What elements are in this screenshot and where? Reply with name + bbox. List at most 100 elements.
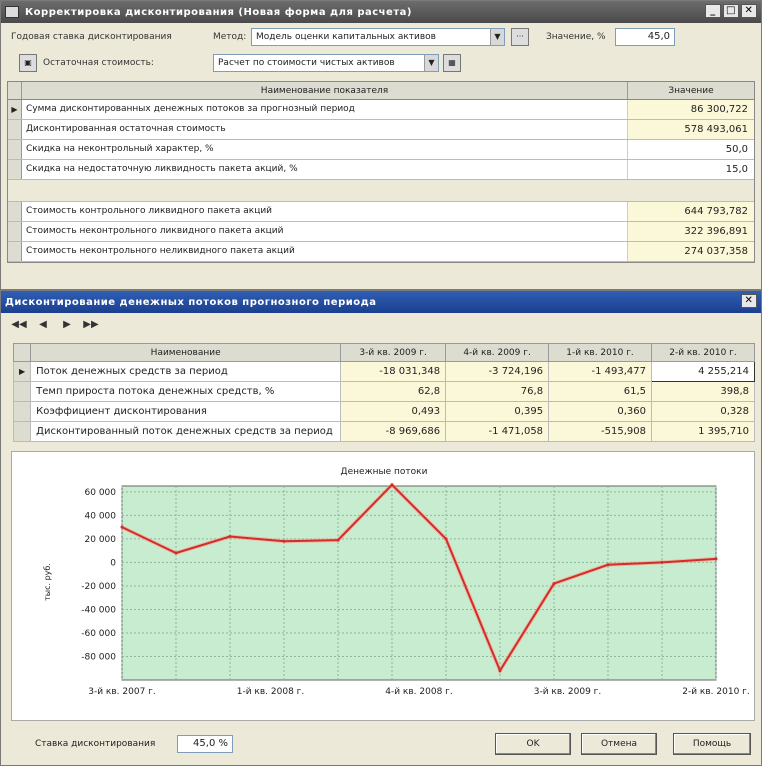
- row-name: Дисконтированный поток денежных средств …: [30, 421, 342, 442]
- cell: -3 724,196: [445, 361, 550, 382]
- close-button[interactable]: ✕: [741, 294, 757, 308]
- help-button[interactable]: Помощь: [673, 733, 751, 755]
- residual-icon[interactable]: ▣: [19, 54, 37, 72]
- table-row[interactable]: Стоимость контрольного ликвидного пакета…: [8, 202, 754, 222]
- prev-record-icon[interactable]: ◀: [35, 317, 51, 333]
- discounting-window: Дисконтирование денежных потоков прогноз…: [0, 290, 762, 766]
- discount-rate-label: Ставка дисконтирования: [35, 739, 156, 749]
- close-button[interactable]: ✕: [741, 4, 757, 18]
- app-icon: [5, 6, 19, 18]
- data-point: [552, 582, 556, 586]
- discount-rate-field[interactable]: 45,0 %: [177, 735, 233, 753]
- data-point: [120, 525, 124, 529]
- row-value: 578 493,061: [628, 120, 754, 139]
- col-header: 1-й кв. 2010 г.: [548, 343, 653, 362]
- grid-header-name: Наименование показателя: [22, 82, 628, 99]
- method-details-button[interactable]: ···: [511, 28, 529, 46]
- cell: 76,8: [445, 381, 550, 402]
- row-name: Скидка на недостаточную ликвидность паке…: [22, 160, 628, 179]
- row-name: Темп прироста потока денежных средств, %: [30, 381, 342, 402]
- row-value[interactable]: 50,0: [628, 140, 754, 159]
- cell: -8 969,686: [340, 421, 447, 442]
- residual-select[interactable]: Расчет по стоимости чистых активов ▼: [213, 54, 439, 72]
- residual-details-button[interactable]: ▦: [443, 54, 461, 72]
- cell: 0,395: [445, 401, 550, 422]
- row-pointer-icon: ▶: [8, 100, 22, 119]
- y-tick-label: 40 000: [85, 511, 117, 521]
- value-label: Значение, %: [546, 32, 606, 42]
- y-tick-label: 60 000: [85, 488, 117, 498]
- minimize-button[interactable]: _: [705, 4, 721, 18]
- x-tick-label: 4-й кв. 2008 г.: [385, 687, 453, 697]
- method-label: Метод:: [213, 32, 247, 42]
- x-tick-label: 3-й кв. 2007 г.: [88, 687, 156, 697]
- row-value: 86 300,722: [628, 100, 754, 119]
- table-row[interactable]: Скидка на неконтрольный характер, % 50,0: [8, 140, 754, 160]
- cell: -1 493,477: [548, 361, 653, 382]
- x-tick-label: 3-й кв. 2009 г.: [534, 687, 602, 697]
- cell: -18 031,348: [340, 361, 447, 382]
- table-row[interactable]: Дисконтированная остаточная стоимость 57…: [8, 120, 754, 140]
- cell: 0,328: [651, 401, 755, 422]
- row-name: Скидка на неконтрольный характер, %: [22, 140, 628, 159]
- row-value: 322 396,891: [628, 222, 754, 241]
- rate-value-field[interactable]: 45,0: [615, 28, 675, 46]
- row-value: 274 037,358: [628, 242, 754, 261]
- table-row[interactable]: Коэффициент дисконтирования 0,493 0,395 …: [12, 401, 755, 422]
- table-row[interactable]: Скидка на недостаточную ликвидность паке…: [8, 160, 754, 180]
- table-row[interactable]: Стоимость неконтрольного неликвидного па…: [8, 242, 754, 262]
- data-point: [444, 537, 448, 541]
- cell: 0,360: [548, 401, 653, 422]
- data-point: [606, 563, 610, 567]
- row-name: Стоимость неконтрольного ликвидного паке…: [22, 222, 628, 241]
- row-name: Стоимость неконтрольного неликвидного па…: [22, 242, 628, 261]
- data-point: [660, 560, 664, 564]
- x-tick-label: 2-й кв. 2010 г.: [682, 687, 750, 697]
- cell: 1 395,710: [651, 421, 755, 442]
- table-row[interactable]: ▶ Поток денежных средств за период -18 0…: [12, 361, 755, 382]
- row-value: 644 793,782: [628, 202, 754, 221]
- table-row[interactable]: Темп прироста потока денежных средств, %…: [12, 381, 755, 402]
- table-row[interactable]: Стоимость неконтрольного ликвидного паке…: [8, 222, 754, 242]
- cell: 398,8: [651, 381, 755, 402]
- row-name: Дисконтированная остаточная стоимость: [22, 120, 628, 139]
- next-record-icon[interactable]: ▶: [59, 317, 75, 333]
- cell: -1 471,058: [445, 421, 550, 442]
- col-header: 2-й кв. 2010 г.: [651, 343, 755, 362]
- valuation-title: Корректировка дисконтирования (Новая фор…: [25, 6, 412, 18]
- y-tick-label: -80 000: [81, 652, 116, 662]
- method-select-value: Модель оценки капитальных активов: [256, 32, 436, 42]
- discounting-title: Дисконтирование денежных потоков прогноз…: [5, 296, 377, 308]
- data-point: [498, 669, 502, 673]
- col-header: 3-й кв. 2009 г.: [340, 343, 447, 362]
- table-row[interactable]: ▶ Сумма дисконтированных денежных потоко…: [8, 100, 754, 120]
- cell: 0,493: [340, 401, 447, 422]
- y-tick-label: -40 000: [81, 605, 116, 615]
- chart-ylabel: тыс. руб.: [43, 563, 52, 601]
- residual-select-value: Расчет по стоимости чистых активов: [218, 58, 395, 68]
- record-navigator: ◀◀ ◀ ▶ ▶▶: [11, 317, 99, 333]
- row-value[interactable]: 15,0: [628, 160, 754, 179]
- cashflow-chart: Денежные потоки тыс. руб. 60 000 40 000 20…: [11, 451, 755, 721]
- y-tick-label: 20 000: [85, 535, 117, 545]
- data-point: [714, 557, 718, 561]
- valuation-titlebar: Корректировка дисконтирования (Новая фор…: [1, 1, 761, 23]
- data-point: [390, 483, 394, 487]
- row-name: Стоимость контрольного ликвидного пакета…: [22, 202, 628, 221]
- data-point: [174, 551, 178, 555]
- maximize-button[interactable]: □: [723, 4, 739, 18]
- table-row[interactable]: Дисконтированный поток денежных средств …: [12, 421, 755, 442]
- last-record-icon[interactable]: ▶▶: [83, 317, 99, 333]
- ok-button[interactable]: OK: [495, 733, 571, 755]
- chart-title: Денежные потоки: [341, 467, 428, 477]
- first-record-icon[interactable]: ◀◀: [11, 317, 27, 333]
- cell: 62,8: [340, 381, 447, 402]
- col-header: 4-й кв. 2009 г.: [445, 343, 550, 362]
- method-select[interactable]: Модель оценки капитальных активов ▼: [251, 28, 505, 46]
- cell-selected[interactable]: 4 255,214: [651, 361, 755, 382]
- cancel-button[interactable]: Отмена: [581, 733, 657, 755]
- cell: -515,908: [548, 421, 653, 442]
- cell: 61,5: [548, 381, 653, 402]
- residual-label: Остаточная стоимость:: [43, 58, 154, 68]
- grid-spacer: [8, 180, 754, 202]
